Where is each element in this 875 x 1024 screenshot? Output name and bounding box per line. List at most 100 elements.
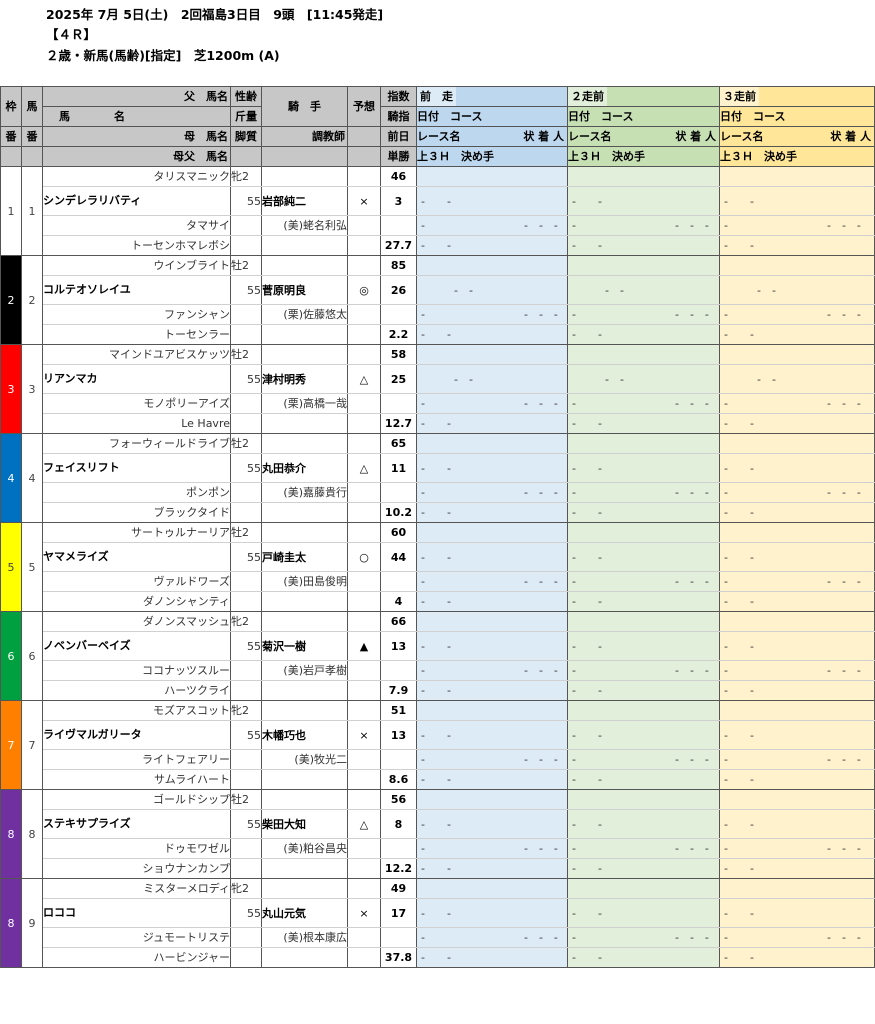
prediction-blank [347,789,381,810]
waku-number: 1 [0,166,22,256]
prev-day-value [380,215,417,236]
trainer-name: (美)蛯名利弘 [261,215,348,236]
carried-weight: 55 [230,275,262,305]
style-blank [230,502,262,523]
waku-header-top: 枠 [0,86,22,127]
trainer-name: (栗)高橋一哉 [261,393,348,414]
horse-row: コルテオソレイユ 55 菅原明良 ◎ 26 - - - - - - [1,275,875,305]
prediction-blank [347,522,381,543]
jockey-blank [261,611,348,632]
dam-name: ヴァルドワーズ [42,571,231,592]
past-race-cell: - - [719,453,875,483]
jockey-name: 菊沢一樹 [261,631,348,661]
weight-header: 斤量 [230,106,262,127]
past-race-cell: - - [567,542,720,572]
running-style [230,660,262,681]
past-race-cell: - - [416,186,568,216]
horse-row: トーセンラー 2.2- -- -- - [1,324,875,345]
waku-number: 6 [0,611,22,701]
horse-row: ポンポン (美)嘉藤貴行 - - - -- - - -- - - - [1,482,875,503]
damsire-name: ハーツクライ [42,680,231,701]
carried-weight: 55 [230,453,262,483]
waku-number: 3 [0,344,22,434]
prediction-blank [347,591,381,612]
past-race-cell: - - [416,364,568,394]
prediction-blank [347,433,381,454]
trainer-name: (美)田島俊明 [261,571,348,592]
past-race-cell: - - [719,275,875,305]
damsire-name: ダノンシャンティ [42,591,231,612]
past-race-cell: - - [719,186,875,216]
dam-name: ライトフェアリー [42,749,231,770]
past-race-cell: - - [567,364,720,394]
prev-day-value [380,571,417,592]
horse-row: タマサイ (美)蛯名利弘 - - - -- - - -- - - - [1,215,875,236]
speed-index: 51 [380,700,417,721]
past-race-cell: - - - - [416,749,568,770]
jockey-name: 柴田大知 [261,809,348,839]
horse-number: 4 [21,433,43,523]
prediction-blank [347,393,381,414]
past-race-cell: - - [567,680,720,701]
speed-index: 65 [380,433,417,454]
prev-day-value [380,482,417,503]
sire-name: ウインブライト [42,255,231,276]
past-race-cell: - - [567,324,720,345]
prediction-blank [347,304,381,325]
horse-name: ロココ [42,898,231,928]
carried-weight: 55 [230,186,262,216]
waku-number: 2 [0,255,22,345]
past-race-cell: - - [567,275,720,305]
horse-row: ヤマメライズ 55 戸崎圭太 ○ 44- -- -- - [1,542,875,572]
past-race-cell: - - - - [416,482,568,503]
win-odds: 2.2 [380,324,417,345]
horse-row: 6 6 ダノンスマッシュ 牝2 66 [0,611,875,701]
running-style [230,838,262,859]
race-number: 【４Ｒ】 [46,27,97,42]
prediction-blank [347,878,381,899]
past1-sub1: 日付 コース [416,106,568,127]
past-race-cell: - - [719,324,875,345]
past-race-cell: - - [567,769,720,790]
jockey-blank [261,433,348,454]
jockey-name: 木幡巧也 [261,720,348,750]
past-race-cell [567,611,720,632]
horse-row: 5 5 サートゥルナーリア 牡2 60 [0,522,875,612]
past-race-cell [416,433,568,454]
prediction-blank [347,324,381,345]
trainer-name: (美)根本康広 [261,927,348,948]
horse-row: ロココ 55 丸山元気 × 17- -- -- - [1,898,875,928]
horse-row: ショウナンカンプ 12.2- -- -- - [1,858,875,879]
past3-sub2: レース名 状 着 人 [719,126,875,147]
horse-row: ステキサプライズ 55 柴田大知 △ 8- -- -- - [1,809,875,839]
past-race-cell: - - - - [416,393,568,414]
prediction-blank [347,482,381,503]
past-race-cell [719,166,875,187]
past-race-cell: - - - - [567,749,720,770]
trainer-header: 調教師 [261,126,348,147]
past-race-cell: - - [719,235,875,256]
carried-weight: 55 [230,898,262,928]
past-race-cell: - - - - [567,838,720,859]
past-race-cell: - - [567,186,720,216]
horse-row: ヴァルドワーズ (美)田島俊明 - - - -- - - -- - - - [1,571,875,592]
dam-name: ドゥモワゼル [42,838,231,859]
jockey-name: 丸田恭介 [261,453,348,483]
prediction-blank [347,769,381,790]
trainer-blank [261,591,348,612]
damsire-name: ショウナンカンプ [42,858,231,879]
past-race-cell [719,878,875,899]
jockey-name: 戸崎圭太 [261,542,348,572]
dam-name: ファンシャン [42,304,231,325]
carried-weight: 55 [230,364,262,394]
horse-number: 5 [21,522,43,612]
horse-row: ファンシャン (栗)佐藤悠太 - - - -- - - -- - - - [1,304,875,325]
damsire-name: Le Havre [42,413,231,434]
past3-sub2-right: 状 着 人 [830,130,871,143]
sire-name: タリスマニック [42,166,231,187]
sexage-header: 性齢 [230,86,262,107]
prev-day-header: 前日 [380,126,417,147]
jockey-blank [261,522,348,543]
style-blank [230,591,262,612]
sex-age: 牡2 [230,789,262,810]
